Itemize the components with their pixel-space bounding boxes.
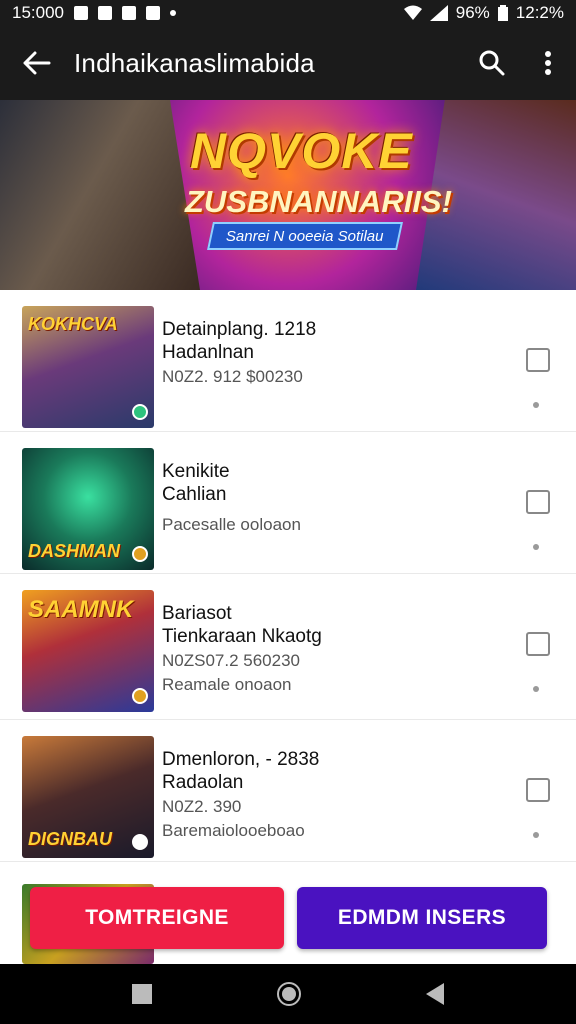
back-icon[interactable]	[425, 983, 444, 1005]
more-dot-icon[interactable]	[533, 686, 539, 692]
badge-icon	[132, 404, 148, 420]
signal-icon	[429, 5, 448, 21]
chat-icon[interactable]	[526, 348, 550, 372]
game-list: KOKHCVA Detainplang. 1218 Hadanlnan N0Z2…	[0, 290, 576, 862]
list-item[interactable]: KOKHCVA Detainplang. 1218 Hadanlnan N0Z2…	[0, 290, 576, 432]
game-info: Bariasot Tienkaraan Nkaotg N0ZS07.2 5602…	[162, 602, 322, 696]
more-options-button[interactable]	[520, 26, 576, 100]
chat-icon[interactable]	[526, 490, 550, 514]
chat-icon[interactable]	[526, 632, 550, 656]
notification-dot-icon	[170, 10, 176, 16]
game-publisher: Tienkaraan Nkaotg	[162, 626, 322, 647]
thumbnail-logo: KOKHCVA	[28, 314, 118, 334]
notification-icon	[146, 6, 160, 20]
list-item[interactable]: DIGNBAU Dmenloron, - 2838 Radaolan N0Z2.…	[0, 720, 576, 862]
wifi-icon	[403, 5, 422, 20]
banner-ribbon: Sanrei N ooeeia Sotilau	[207, 222, 403, 250]
back-button[interactable]	[0, 26, 74, 100]
list-item[interactable]: DASHMAN Kenikite Cahlian Pacesalle ooloa…	[0, 432, 576, 574]
banner-hero-left-image	[0, 100, 200, 290]
more-dot-icon[interactable]	[533, 832, 539, 838]
badge-icon	[132, 688, 148, 704]
more-vert-icon	[545, 51, 551, 75]
home-icon[interactable]	[276, 982, 301, 1006]
game-info: Kenikite Cahlian Pacesalle ooloaon	[162, 460, 301, 537]
battery-percent: 96%	[455, 3, 490, 22]
game-meta: N0Z2. 912 $00230	[162, 367, 303, 386]
game-publisher: Radaolan	[162, 772, 244, 793]
page-title: Indhaikanaslimabida	[74, 47, 315, 78]
status-clock: 12:2%	[515, 3, 564, 22]
thumbnail-logo: DASHMAN	[28, 541, 120, 561]
banner-ribbon-text: Sanrei N ooeeia Sotilau	[226, 227, 384, 245]
game-thumbnail: DASHMAN	[22, 448, 154, 570]
battery-icon	[497, 5, 508, 21]
game-info: Dmenloron, - 2838 Radaolan N0Z2. 390 Bar…	[162, 748, 319, 842]
primary-action-button[interactable]: TOMTREIGNE	[30, 887, 284, 949]
system-nav-bar	[0, 964, 576, 1024]
notification-icon	[98, 6, 112, 20]
chat-icon[interactable]	[526, 778, 550, 802]
notification-icon	[74, 6, 88, 20]
more-dot-icon[interactable]	[533, 544, 539, 550]
promo-banner[interactable]: NQVOKE ZUSBNANNARIIS! Sanrei N ooeeia So…	[0, 100, 576, 290]
action-buttons: TOMTREIGNE EDMDM INSERS	[0, 880, 576, 964]
arrow-left-icon	[23, 51, 51, 75]
game-status: Baremaiolooeboao	[162, 821, 305, 840]
game-meta: N0ZS07.2 560230	[162, 651, 300, 670]
app-bar: Indhaikanaslimabida	[0, 26, 576, 100]
more-dot-icon[interactable]	[533, 402, 539, 408]
banner-subtitle: ZUSBNANNARIIS!	[185, 184, 452, 219]
status-bar: 15:000 96% 12:2%	[0, 0, 576, 26]
secondary-action-button[interactable]: EDMDM INSERS	[297, 887, 547, 949]
game-info: Detainplang. 1218 Hadanlnan N0Z2. 912 $0…	[162, 318, 316, 389]
game-publisher: Hadanlnan	[162, 342, 254, 363]
game-meta: N0Z2. 390	[162, 797, 242, 816]
game-title: Bariasot	[162, 603, 232, 624]
thumbnail-logo: SAAMNK	[28, 596, 134, 623]
game-title: Detainplang. 1218	[162, 319, 317, 340]
game-thumbnail: SAAMNK	[22, 590, 154, 712]
game-status: Reamale onoaon	[162, 675, 292, 694]
search-icon	[479, 50, 505, 76]
notification-icon	[122, 6, 136, 20]
list-item[interactable]: SAAMNK Bariasot Tienkaraan Nkaotg N0ZS07…	[0, 574, 576, 720]
game-title: Kenikite	[162, 461, 230, 482]
game-thumbnail: DIGNBAU	[22, 736, 154, 858]
status-time: 15:000	[12, 3, 64, 22]
thumbnail-logo: DIGNBAU	[28, 829, 112, 849]
recents-icon[interactable]	[132, 984, 153, 1004]
badge-icon	[132, 834, 148, 850]
badge-icon	[132, 546, 148, 562]
game-thumbnail: KOKHCVA	[22, 306, 154, 428]
search-button[interactable]	[464, 26, 520, 100]
game-title: Dmenloron, - 2838	[162, 749, 320, 770]
game-meta: Pacesalle ooloaon	[162, 515, 301, 534]
banner-logo: NQVOKE	[190, 123, 413, 179]
game-publisher: Cahlian	[162, 484, 227, 505]
